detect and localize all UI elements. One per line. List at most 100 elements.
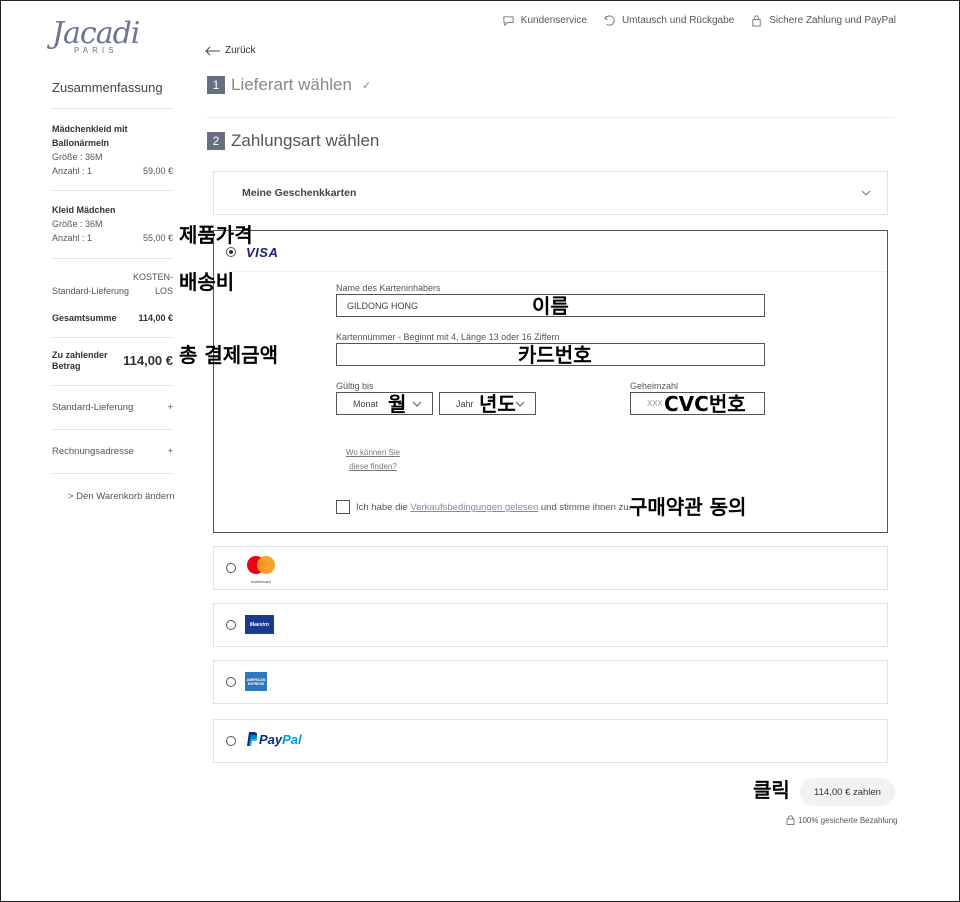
mastercard-logo: mastercard [245, 555, 277, 584]
annotation-card-number: 카드번호 [518, 343, 592, 367]
step-number: 2 [207, 132, 225, 150]
item-size: Größe : 36M [52, 219, 103, 229]
plus-icon: + [167, 402, 173, 413]
payment-option-amex[interactable] [213, 660, 888, 704]
terms-post: und stimme ihnen zu. [538, 502, 632, 513]
chevron-down-icon [515, 401, 525, 407]
nav-label: Umtausch und Rückgabe [621, 15, 735, 26]
back-link[interactable]: Zurück [205, 45, 256, 56]
nav-label: Kundenservice [520, 15, 587, 26]
annotation-shipping: 배송비 [179, 270, 235, 294]
chevron-down-icon [861, 190, 871, 196]
month-value: Monat [353, 398, 379, 409]
brand-logo[interactable]: Jacadi PARIS [52, 18, 142, 58]
divider [52, 337, 173, 338]
divider [52, 190, 173, 191]
top-nav: Kundenservice Umtausch und Rückgabe Sich… [502, 14, 896, 27]
paypal-text: Pal [282, 731, 302, 747]
annotation-month: 월 [388, 392, 407, 416]
total-summary: Gesamtsumme 114,00 € [52, 311, 173, 325]
arrow-left-icon [205, 46, 220, 55]
divider [52, 429, 173, 430]
amount-due-label: Betrag [52, 361, 81, 371]
help-text: Wo können Sie [345, 448, 401, 457]
amount-due-label: Zu zahlender [52, 350, 108, 360]
return-icon [604, 15, 615, 26]
shipping-label: Standard-Lieferung [52, 286, 130, 296]
item-price: 55,00 € [142, 233, 173, 243]
payment-option-paypal[interactable] [213, 719, 888, 763]
mastercard-text: mastercard [250, 579, 271, 584]
terms-link[interactable]: Verkaufsbedingungen gelesen [410, 502, 538, 513]
chat-icon [503, 16, 514, 27]
paypal-text: Pay [259, 731, 283, 747]
paypal-p-icon [247, 732, 257, 746]
terms-checkbox[interactable] [336, 500, 350, 514]
terms-pre: Ich habe die [356, 502, 411, 513]
step-title: Zahlungsart wählen [231, 131, 380, 150]
giftcards-accordion[interactable]: Meine Geschenkkarten [213, 171, 888, 215]
total-value: 114,00 € [138, 313, 173, 323]
amount-due: Zu zahlender Betrag 114,00 € [52, 350, 173, 372]
annotation-name: 이름 [532, 294, 569, 318]
divider [207, 117, 895, 118]
cvc-help-link[interactable]: Wo können Sie diese finden? [338, 446, 408, 474]
amex-logo: AMERICAN EXPRESS [245, 672, 267, 691]
accordion-billing[interactable]: Rechnungsadresse + [52, 446, 173, 457]
check-icon: ✓ [361, 79, 372, 92]
change-cart-link[interactable]: > Den Warenkorb ändern [68, 491, 175, 502]
nav-label: Sichere Zahlung und PayPal [769, 15, 896, 26]
giftcards-label: Meine Geschenkkarten [242, 187, 357, 199]
annotation-terms: 구매약관 동의 [629, 495, 747, 519]
annotation-cvc: CVC번호 [664, 392, 746, 416]
help-text: diese finden? [349, 462, 397, 471]
step-payment: 2 Zahlungsart wählen [207, 131, 379, 151]
item-name: Kleid Mädchen [52, 205, 116, 215]
chevron-down-icon [412, 401, 422, 407]
card-number-label: Kartennummer - Beginnt mit 4, Länge 13 o… [336, 332, 560, 342]
nav-returns[interactable]: Umtausch und Rückgabe [603, 14, 734, 27]
secure-text: 100% gesicherte Bezahlung [798, 815, 898, 825]
cart-item: Mädchenkleid mit Ballonärmeln Größe : 36… [52, 122, 173, 178]
cart-item: Kleid Mädchen Größe : 36M Anzahl : 1 55,… [52, 203, 173, 245]
annotation-year: 년도 [479, 392, 516, 416]
item-price: 59,00 € [142, 166, 173, 176]
terms-text: Ich habe die Verkaufsbedingungen gelesen… [356, 502, 631, 513]
paypal-radio[interactable] [226, 736, 236, 746]
amex-radio[interactable] [226, 677, 236, 687]
maestro-logo: Maestro [245, 615, 274, 634]
visa-logo: VISA [246, 245, 279, 260]
nav-customer-service[interactable]: Kundenservice [502, 14, 587, 27]
payment-option-maestro[interactable] [213, 603, 888, 647]
shipping-summary: Standard-Lieferung KOSTEN- LOS [52, 270, 173, 298]
visa-radio[interactable] [226, 247, 236, 257]
month-select[interactable]: Monat [336, 392, 433, 415]
valid-until-label: Gültig bis [336, 381, 374, 391]
divider [52, 258, 173, 259]
divider [52, 108, 173, 109]
item-qty: Anzahl : 1 [52, 166, 93, 176]
annotation-product-price: 제품가격 [179, 223, 253, 247]
shipping-value: KOSTEN- [132, 272, 173, 282]
nav-secure-payment[interactable]: Sichere Zahlung und PayPal [750, 14, 896, 27]
lock-icon [786, 815, 795, 825]
step-delivery[interactable]: 1 Lieferart wählen ✓ [207, 75, 371, 95]
maestro-radio[interactable] [226, 620, 236, 630]
divider [52, 385, 173, 386]
back-label: Zurück [225, 45, 256, 56]
annotation-total: 총 결제금액 [179, 343, 278, 367]
divider [52, 473, 173, 474]
mastercard-radio[interactable] [226, 563, 236, 573]
item-size: Größe : 36M [52, 152, 103, 162]
accordion-label: Rechnungsadresse [52, 446, 134, 457]
secure-payment-note: 100% gesicherte Bezahlung [786, 815, 898, 825]
step-number: 1 [207, 76, 225, 94]
pay-button[interactable]: 114,00 € zahlen [800, 778, 895, 806]
total-label: Gesamtsumme [52, 313, 117, 323]
item-name: Ballonärmeln [52, 138, 110, 148]
accordion-shipping[interactable]: Standard-Lieferung + [52, 402, 173, 413]
accordion-label: Standard-Lieferung [52, 402, 134, 413]
payment-option-mastercard[interactable] [213, 546, 888, 590]
step-title: Lieferart wählen [231, 75, 352, 94]
year-value: Jahr [456, 398, 474, 409]
